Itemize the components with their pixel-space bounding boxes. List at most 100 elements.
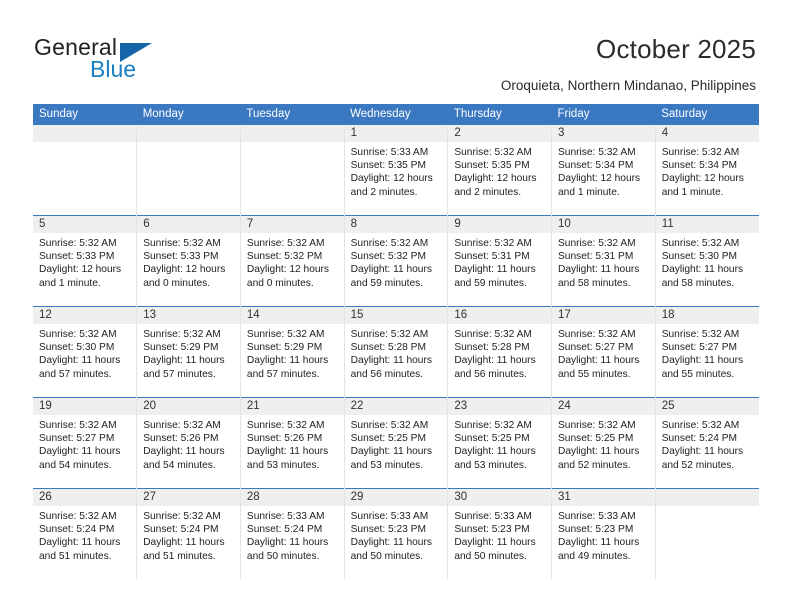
weekday-header-monday: Monday	[136, 104, 241, 125]
daylight-text-line1: Daylight: 11 hours	[558, 264, 640, 276]
day-cell[interactable]: 25 Sunrise: 5:32 AM Sunset: 5:24 PM Dayligh…	[655, 397, 759, 489]
daylight-text-line2: and 50 minutes.	[246, 550, 320, 562]
daylight-text-line1: Daylight: 11 hours	[350, 446, 432, 458]
calendar-week-row: 5 Sunrise: 5:32 AM Sunset: 5:33 PM Daylight…	[33, 215, 759, 307]
day-cell[interactable]: 21 Sunrise: 5:32 AM Sunset: 5:26 PM Dayligh…	[240, 397, 345, 489]
day-number	[137, 125, 240, 142]
day-details: Sunrise: 5:32 AM Sunset: 5:33 PM Daylight:…	[137, 233, 240, 290]
day-cell[interactable]	[33, 125, 138, 216]
daylight-text-line2: and 57 minutes.	[143, 368, 216, 380]
sunset-text: Sunset: 5:29 PM	[246, 342, 323, 354]
day-details: Sunrise: 5:32 AM Sunset: 5:28 PM Daylight:…	[448, 324, 551, 381]
day-number: 17	[552, 307, 655, 324]
sunset-text: Sunset: 5:23 PM	[350, 524, 426, 536]
day-details: Sunrise: 5:32 AM Sunset: 5:27 PM Daylight:…	[33, 415, 136, 472]
calendar-week-row: 19 Sunrise: 5:32 AM Sunset: 5:27 PM Dayligh…	[33, 397, 759, 489]
day-number: 28	[240, 489, 344, 506]
sunrise-text: Sunrise: 5:32 AM	[143, 238, 221, 249]
sunrise-text: Sunrise: 5:32 AM	[558, 238, 636, 249]
calendar-grid: Sunday Monday Tuesday Wednesday Thursday…	[33, 104, 759, 579]
day-number: 9	[448, 216, 552, 233]
day-cell[interactable]: 23 Sunrise: 5:32 AM Sunset: 5:25 PM Dayligh…	[447, 397, 553, 489]
day-cell[interactable]	[136, 125, 241, 216]
daylight-text-line2: and 53 minutes.	[454, 459, 527, 471]
day-details: Sunrise: 5:32 AM Sunset: 5:31 PM Daylight:…	[448, 233, 551, 290]
sunrise-text: Sunrise: 5:33 AM	[246, 511, 325, 522]
day-cell[interactable]: 5 Sunrise: 5:32 AM Sunset: 5:33 PM Daylight…	[33, 215, 138, 307]
day-details: Sunrise: 5:32 AM Sunset: 5:25 PM Daylight:…	[552, 415, 655, 472]
sunset-text: Sunset: 5:26 PM	[246, 433, 323, 445]
day-cell[interactable]: 9 Sunrise: 5:32 AM Sunset: 5:31 PM Daylight…	[447, 215, 553, 307]
day-details: Sunrise: 5:32 AM Sunset: 5:30 PM Daylight:…	[33, 324, 136, 381]
day-cell[interactable]: 26 Sunrise: 5:32 AM Sunset: 5:24 PM Dayligh…	[33, 488, 138, 579]
daylight-text-line2: and 52 minutes.	[558, 459, 631, 471]
day-number: 22	[344, 398, 448, 415]
day-number: 14	[240, 307, 344, 324]
day-cell[interactable]: 3 Sunrise: 5:32 AM Sunset: 5:34 PM Daylight…	[551, 125, 656, 216]
day-cell[interactable]: 10 Sunrise: 5:32 AM Sunset: 5:31 PM Dayligh…	[551, 215, 656, 307]
day-cell[interactable]	[240, 125, 345, 216]
daylight-text-line2: and 59 minutes.	[350, 277, 424, 289]
brand-logo[interactable]: General Blue	[34, 34, 234, 84]
daylight-text-line2: and 57 minutes.	[246, 368, 320, 380]
day-cell[interactable]: 28 Sunrise: 5:33 AM Sunset: 5:24 PM Dayligh…	[240, 488, 345, 579]
day-details: Sunrise: 5:32 AM Sunset: 5:24 PM Daylight:…	[656, 415, 759, 472]
day-cell[interactable]: 4 Sunrise: 5:32 AM Sunset: 5:34 PM Daylight…	[655, 125, 759, 216]
day-details: Sunrise: 5:33 AM Sunset: 5:23 PM Daylight:…	[345, 506, 448, 563]
day-cell[interactable]: 31 Sunrise: 5:33 AM Sunset: 5:23 PM Dayligh…	[551, 488, 656, 579]
day-number: 2	[448, 125, 552, 142]
day-cell[interactable]: 22 Sunrise: 5:32 AM Sunset: 5:25 PM Dayligh…	[344, 397, 449, 489]
sunset-text: Sunset: 5:23 PM	[454, 524, 530, 536]
sunrise-text: Sunrise: 5:32 AM	[350, 329, 429, 340]
day-number: 26	[33, 489, 137, 506]
day-cell[interactable]: 6 Sunrise: 5:32 AM Sunset: 5:33 PM Daylight…	[136, 215, 241, 307]
calendar-week-row: 26 Sunrise: 5:32 AM Sunset: 5:24 PM Dayligh…	[33, 488, 759, 579]
sunset-text: Sunset: 5:24 PM	[661, 433, 738, 445]
day-details: Sunrise: 5:32 AM Sunset: 5:26 PM Daylight:…	[241, 415, 344, 472]
day-cell[interactable]: 1 Sunrise: 5:33 AM Sunset: 5:35 PM Daylight…	[344, 125, 449, 216]
day-number: 16	[448, 307, 552, 324]
daylight-text-line1: Daylight: 11 hours	[143, 446, 225, 458]
sunset-text: Sunset: 5:32 PM	[246, 251, 323, 263]
day-cell[interactable]: 17 Sunrise: 5:32 AM Sunset: 5:27 PM Dayligh…	[551, 306, 656, 398]
day-cell[interactable]: 29 Sunrise: 5:33 AM Sunset: 5:23 PM Dayligh…	[344, 488, 449, 579]
sunrise-text: Sunrise: 5:32 AM	[454, 420, 532, 431]
sunset-text: Sunset: 5:28 PM	[454, 342, 530, 354]
day-number	[33, 125, 137, 142]
day-cell[interactable]: 19 Sunrise: 5:32 AM Sunset: 5:27 PM Dayligh…	[33, 397, 138, 489]
brand-name-bottom: Blue	[90, 56, 137, 82]
daylight-text-line2: and 1 minute.	[661, 186, 724, 198]
day-cell[interactable]: 20 Sunrise: 5:32 AM Sunset: 5:26 PM Dayligh…	[136, 397, 241, 489]
daylight-text-line1: Daylight: 12 hours	[661, 173, 744, 185]
day-details: Sunrise: 5:32 AM Sunset: 5:24 PM Daylight:…	[137, 506, 240, 563]
day-details: Sunrise: 5:32 AM Sunset: 5:24 PM Daylight:…	[33, 506, 136, 563]
day-cell[interactable]: 15 Sunrise: 5:32 AM Sunset: 5:28 PM Dayligh…	[344, 306, 449, 398]
daylight-text-line2: and 56 minutes.	[350, 368, 424, 380]
day-number: 29	[344, 489, 448, 506]
sunset-text: Sunset: 5:25 PM	[454, 433, 530, 445]
day-cell[interactable]: 30 Sunrise: 5:33 AM Sunset: 5:23 PM Dayligh…	[447, 488, 553, 579]
calendar-body: 1 Sunrise: 5:33 AM Sunset: 5:35 PM Daylight…	[33, 125, 759, 579]
day-details: Sunrise: 5:33 AM Sunset: 5:23 PM Daylight:…	[552, 506, 655, 563]
day-details: Sunrise: 5:33 AM Sunset: 5:24 PM Daylight:…	[241, 506, 344, 563]
day-cell[interactable]: 7 Sunrise: 5:32 AM Sunset: 5:32 PM Daylight…	[240, 215, 345, 307]
sunrise-text: Sunrise: 5:32 AM	[454, 238, 532, 249]
day-cell[interactable]: 8 Sunrise: 5:32 AM Sunset: 5:32 PM Daylight…	[344, 215, 449, 307]
daylight-text-line1: Daylight: 11 hours	[661, 264, 744, 276]
day-cell[interactable]: 12 Sunrise: 5:32 AM Sunset: 5:30 PM Dayligh…	[33, 306, 138, 398]
daylight-text-line2: and 58 minutes.	[661, 277, 735, 289]
day-cell[interactable]: 14 Sunrise: 5:32 AM Sunset: 5:29 PM Dayligh…	[240, 306, 345, 398]
day-cell[interactable]	[655, 488, 759, 579]
day-cell[interactable]: 13 Sunrise: 5:32 AM Sunset: 5:29 PM Dayligh…	[136, 306, 241, 398]
day-number: 25	[655, 398, 759, 415]
day-cell[interactable]: 24 Sunrise: 5:32 AM Sunset: 5:25 PM Dayligh…	[551, 397, 656, 489]
day-cell[interactable]: 27 Sunrise: 5:32 AM Sunset: 5:24 PM Dayligh…	[136, 488, 241, 579]
daylight-text-line2: and 52 minutes.	[661, 459, 735, 471]
day-cell[interactable]: 16 Sunrise: 5:32 AM Sunset: 5:28 PM Dayligh…	[447, 306, 553, 398]
day-cell[interactable]: 18 Sunrise: 5:32 AM Sunset: 5:27 PM Dayligh…	[655, 306, 759, 398]
sunrise-text: Sunrise: 5:32 AM	[39, 238, 117, 249]
day-cell[interactable]: 11 Sunrise: 5:32 AM Sunset: 5:30 PM Dayligh…	[655, 215, 759, 307]
day-number: 5	[33, 216, 137, 233]
day-cell[interactable]: 2 Sunrise: 5:32 AM Sunset: 5:35 PM Daylight…	[447, 125, 553, 216]
daylight-text-line1: Daylight: 11 hours	[246, 355, 329, 367]
